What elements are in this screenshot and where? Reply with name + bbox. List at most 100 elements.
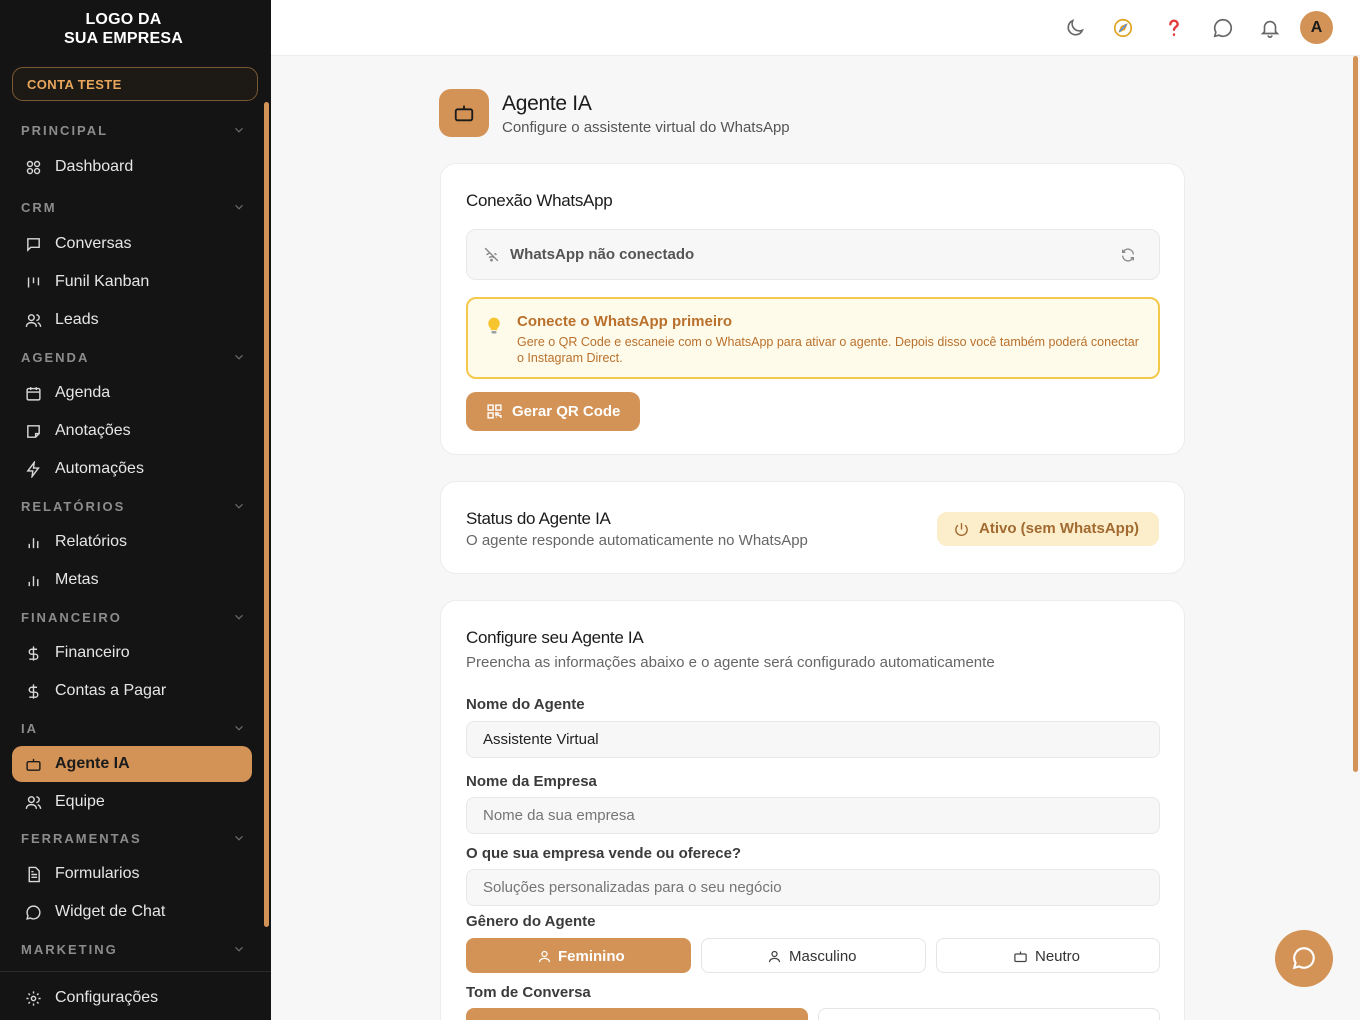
card-title: Status do Agente IA [466, 509, 611, 528]
sidebar-item-contas-a-pagar[interactable]: Contas a Pagar [12, 673, 252, 709]
users-icon [25, 796, 42, 809]
alert-text: Gere o QR Code e escaneie com o WhatsApp… [517, 335, 1139, 365]
bot-icon [1014, 951, 1027, 963]
bar-chart-icon [28, 538, 39, 549]
sidebar-item-automacoes[interactable]: Automações [12, 451, 252, 487]
account-badge[interactable]: CONTA TESTE [12, 67, 258, 101]
gender-option-feminino[interactable]: Feminino [466, 938, 691, 973]
section-ia[interactable]: IA [21, 721, 246, 737]
user-icon [538, 950, 551, 963]
whatsapp-status-text: WhatsApp não conectado [510, 246, 695, 263]
sidebar-item-label: Funil Kanban [55, 273, 150, 290]
sidebar-item-label: Equipe [55, 793, 105, 810]
generate-qr-button[interactable]: Gerar QR Code [466, 392, 640, 431]
sticky-note-icon [27, 425, 40, 438]
bell-icon[interactable] [1259, 17, 1281, 39]
message-icon[interactable] [1212, 17, 1234, 39]
gender-option-masculino[interactable]: Masculino [701, 938, 926, 973]
page-title: Agente IA [502, 92, 592, 115]
chevron-down-icon [235, 127, 243, 133]
sidebar-item-label: Relatórios [55, 533, 128, 550]
card-title: Conexão WhatsApp [466, 191, 613, 210]
chat-fab-button[interactable] [1275, 930, 1333, 987]
section-principal[interactable]: PRINCIPAL [21, 123, 246, 139]
main-scrollbar[interactable] [1353, 56, 1358, 772]
kanban-icon [27, 277, 40, 288]
section-relatorios[interactable]: RELATÓRIOS [21, 499, 246, 515]
sidebar-item-conversas[interactable]: Conversas [12, 226, 252, 262]
page-subtitle: Configure o assistente virtual do WhatsA… [502, 119, 790, 136]
sidebar-item-label: Leads [55, 311, 99, 328]
agent-status-card: Status do Agente IA O agente responde au… [440, 481, 1185, 574]
chevron-down-icon [235, 204, 243, 210]
wifi-off-icon [484, 247, 499, 262]
sidebar-scrollbar[interactable] [264, 102, 269, 927]
message-square-icon [27, 238, 40, 252]
dollar-icon [28, 684, 39, 699]
sidebar-item-equipe[interactable]: Equipe [12, 784, 252, 820]
sidebar-item-metas[interactable]: Metas [12, 562, 252, 598]
bot-icon [26, 758, 41, 771]
tone-option-2[interactable] [818, 1008, 1160, 1020]
chevron-down-icon [235, 614, 243, 620]
file-text-icon [28, 866, 40, 883]
sidebar-item-label: Configurações [55, 989, 159, 1006]
whatsapp-connection-card: Conexão WhatsApp WhatsApp não conectado … [440, 163, 1185, 455]
calendar-icon [26, 387, 41, 401]
chevron-down-icon [235, 835, 243, 841]
power-icon [955, 523, 968, 536]
sidebar-item-widget-de-chat[interactable]: Widget de Chat [12, 894, 252, 930]
refresh-icon[interactable] [1120, 247, 1136, 263]
company-name-label: Nome da Empresa [466, 773, 597, 790]
sidebar-footer: Configurações [0, 971, 271, 1020]
connect-alert: Conecte o WhatsApp primeiro Gere o QR Co… [466, 297, 1160, 379]
sidebar-item-dashboard[interactable]: Dashboard [12, 149, 252, 185]
sidebar-item-leads[interactable]: Leads [12, 302, 252, 338]
section-financeiro[interactable]: FINANCEIRO [21, 610, 246, 626]
agent-name-input[interactable] [466, 721, 1160, 758]
sidebar-item-label: Dashboard [55, 158, 134, 175]
agent-status-toggle[interactable]: Ativo (sem WhatsApp) [937, 512, 1159, 546]
sidebar-item-label: Metas [55, 571, 99, 588]
sidebar-item-label: Agente IA [55, 755, 130, 772]
gender-option-neutro[interactable]: Neutro [936, 938, 1160, 973]
chevron-down-icon [235, 503, 243, 509]
sidebar-item-label: Financeiro [55, 644, 130, 661]
help-icon[interactable] [1163, 17, 1185, 39]
moon-icon[interactable] [1064, 17, 1086, 39]
sidebar: LOGO DA SUA EMPRESA CONTA TESTE PRINCIPA… [0, 0, 271, 1020]
company-logo[interactable]: LOGO DA SUA EMPRESA [0, 10, 247, 48]
qr-code-icon [487, 404, 502, 419]
dollar-icon [28, 646, 39, 661]
alert-title: Conecte o WhatsApp primeiro [517, 313, 733, 330]
sidebar-item-anotacoes[interactable]: Anotações [12, 413, 252, 449]
sidebar-item-configuracoes[interactable]: Configurações [12, 980, 252, 1016]
sidebar-item-relatorios[interactable]: Relatórios [12, 524, 252, 560]
section-agenda[interactable]: AGENDA [21, 350, 246, 366]
chat-bubble-icon [1292, 947, 1315, 970]
company-offer-label: O que sua empresa vende ou oferece? [466, 845, 742, 862]
compass-icon[interactable] [1112, 17, 1134, 39]
sidebar-item-agenda[interactable]: Agenda [12, 375, 252, 411]
sidebar-item-financeiro[interactable]: Financeiro [12, 635, 252, 671]
card-subtitle: Preencha as informações abaixo e o agent… [466, 654, 995, 671]
section-crm[interactable]: CRM [21, 200, 246, 216]
whatsapp-status: WhatsApp não conectado [466, 229, 1160, 280]
company-name-input[interactable] [466, 797, 1160, 834]
card-title: Configure seu Agente IA [466, 628, 644, 647]
avatar[interactable]: A [1300, 11, 1333, 44]
sidebar-item-formularios[interactable]: Formularios [12, 856, 252, 892]
section-ferramentas[interactable]: FERRAMENTAS [21, 831, 246, 847]
tone-option-1[interactable] [466, 1008, 808, 1020]
sidebar-item-label: Automações [55, 460, 144, 477]
agent-name-label: Nome do Agente [466, 696, 585, 713]
sidebar-item-agente-ia[interactable]: Agente IA [12, 746, 252, 782]
chevron-down-icon [235, 354, 243, 360]
users-icon [25, 314, 42, 327]
company-offer-input[interactable] [466, 869, 1160, 906]
chevron-down-icon [235, 946, 243, 952]
bot-icon [454, 105, 474, 122]
sidebar-item-funil-kanban[interactable]: Funil Kanban [12, 264, 252, 300]
dashboard-icon [26, 160, 41, 175]
section-marketing[interactable]: MARKETING [21, 942, 246, 958]
